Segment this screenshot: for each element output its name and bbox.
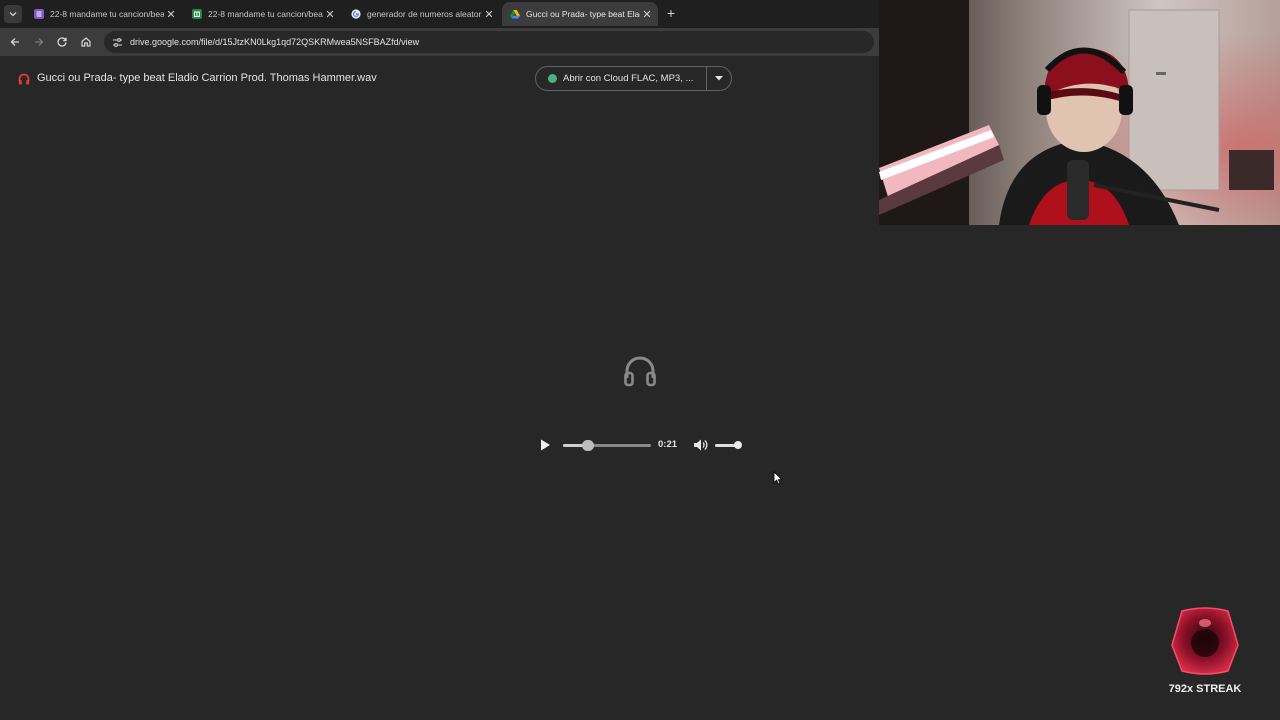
close-icon[interactable]: ✕ [164,8,178,21]
streak-label: 792x STREAK [1168,683,1242,695]
google-icon [351,9,361,19]
app-icon [548,74,557,83]
current-time: 0:21 [658,439,678,450]
close-icon[interactable]: ✕ [482,8,496,21]
reload-icon [57,37,67,47]
streak-gem-icon [1171,607,1239,675]
headphones-file-icon [17,72,31,86]
arrow-right-icon [35,38,44,46]
close-icon[interactable]: ✕ [323,8,337,21]
drive-icon [510,10,520,19]
close-icon[interactable]: ✕ [640,8,654,21]
tab-sheets[interactable]: 22-8 mandame tu cancion/beat ✕ [184,2,341,26]
open-with-button[interactable]: Abrir con Cloud FLAC, MP3, ... [535,66,732,91]
volume-thumb[interactable] [734,441,742,449]
browser-toolbar: drive.google.com/file/d/15JtzKN0Lkg1qd72… [0,28,880,56]
caret-down-icon [715,76,723,81]
home-icon [81,37,91,47]
tab-title: 22-8 mandame tu cancion/beat [50,9,164,19]
tab-drive[interactable]: Gucci ou Prada- type beat Eladio ✕ [502,2,658,26]
new-tab-button[interactable]: + [664,6,678,20]
webcam-overlay [879,0,1280,225]
tab-forms[interactable]: 22-8 mandame tu cancion/beat ✕ [26,2,182,26]
audio-player: 0:21 [530,430,750,460]
home-button[interactable] [78,34,94,50]
arrow-left-icon [10,38,19,46]
site-info-icon[interactable] [111,36,123,48]
sheets-icon [192,9,202,19]
tab-search-button[interactable] [4,5,22,23]
reload-button[interactable] [54,34,70,50]
seek-slider[interactable] [563,440,651,451]
seek-thumb[interactable] [581,440,594,451]
tab-google[interactable]: generador de numeros aleatorios ✕ [343,2,500,26]
tab-title: Gucci ou Prada- type beat Eladio [526,9,640,19]
chevron-down-icon [9,12,17,17]
tab-title: generador de numeros aleatorios [367,9,482,19]
tab-title: 22-8 mandame tu cancion/beat [208,9,323,19]
url-text: drive.google.com/file/d/15JtzKN0Lkg1qd72… [130,37,420,47]
forms-icon [34,9,44,19]
forward-button[interactable] [31,34,47,50]
file-title: Gucci ou Prada- type beat Eladio Carrion… [37,72,377,84]
mouse-cursor-icon [773,471,783,485]
play-icon[interactable] [538,438,552,452]
headphones-icon [624,356,656,387]
open-with-label: Abrir con Cloud FLAC, MP3, ... [563,73,694,84]
webcam-feed [879,0,1280,225]
volume-icon[interactable] [693,438,708,452]
open-with-dropdown[interactable] [707,76,731,81]
volume-slider[interactable] [715,441,742,449]
address-bar[interactable]: drive.google.com/file/d/15JtzKN0Lkg1qd72… [104,31,874,53]
tab-strip: 22-8 mandame tu cancion/beat ✕ 22-8 mand… [0,0,880,28]
back-button[interactable] [7,34,23,50]
